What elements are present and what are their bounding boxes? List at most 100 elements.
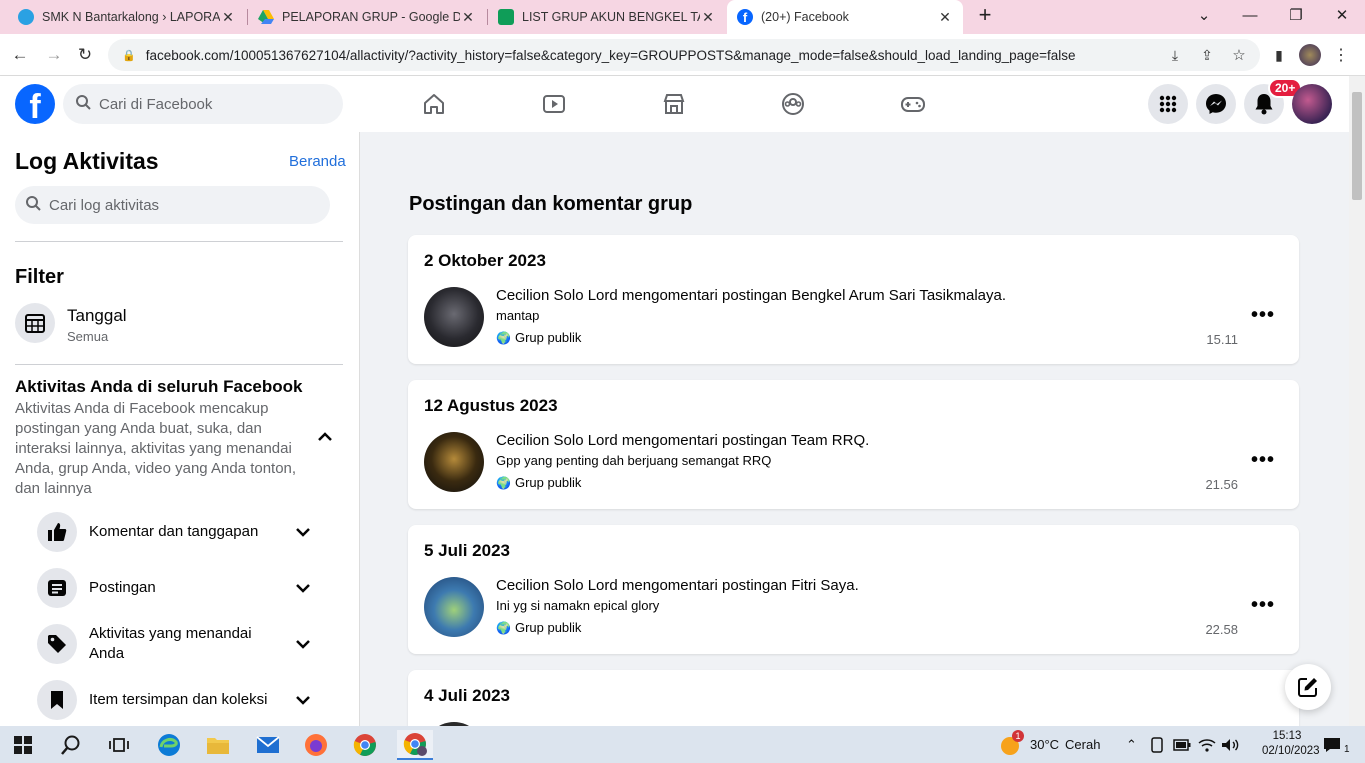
new-message-button[interactable] — [1285, 664, 1331, 710]
file-explorer-icon[interactable] — [200, 730, 236, 760]
entry-target[interactable]: Team RRQ — [791, 432, 865, 449]
action-center-icon[interactable]: 1 — [1322, 726, 1350, 763]
entry-privacy: 🌍 Grup publik — [496, 475, 581, 490]
task-view-icon[interactable] — [101, 730, 137, 760]
groups-icon[interactable] — [776, 88, 810, 120]
globe-icon: 🌍 — [496, 475, 511, 490]
browser-tab-active[interactable]: f (20+) Facebook ✕ — [727, 0, 963, 34]
profile-avatar[interactable] — [1297, 42, 1323, 68]
wifi-icon[interactable] — [1198, 726, 1216, 763]
scrollbar-thumb[interactable] — [1352, 92, 1362, 200]
edge-icon[interactable] — [151, 730, 187, 760]
activity-section-title: Aktivitas Anda di seluruh Facebook — [15, 377, 303, 396]
more-options-icon[interactable]: ••• — [1251, 303, 1275, 327]
firefox-icon[interactable] — [298, 730, 334, 760]
install-icon[interactable]: ⤓ — [1162, 42, 1188, 68]
browser-tab[interactable]: SMK N Bantarkalong › LAPORAN ✕ — [8, 0, 246, 34]
window-close-button[interactable]: ✕ — [1319, 0, 1365, 30]
home-icon[interactable] — [417, 88, 451, 120]
chevron-down-icon[interactable] — [293, 634, 313, 654]
forward-button[interactable]: → — [41, 42, 67, 68]
entry-thumbnail[interactable] — [424, 287, 484, 347]
new-tab-button[interactable]: + — [970, 0, 1000, 30]
more-options-icon[interactable]: ••• — [1251, 448, 1275, 472]
bookmark-star-icon[interactable]: ☆ — [1226, 42, 1252, 68]
activity-search-input[interactable]: Cari log aktivitas — [15, 186, 330, 224]
chevron-down-icon[interactable] — [293, 522, 313, 542]
chrome-icon[interactable] — [347, 730, 383, 760]
menu-grid-icon[interactable] — [1148, 84, 1188, 124]
google-sheets-icon — [498, 9, 514, 25]
calendar-icon[interactable] — [15, 303, 55, 343]
chevron-up-icon[interactable] — [314, 426, 336, 448]
entry-thumbnail[interactable] — [424, 432, 484, 492]
side-panel-icon[interactable]: ▮ — [1266, 42, 1292, 68]
device-icon[interactable] — [1150, 726, 1164, 763]
sidebar-item-tagged[interactable]: Aktivitas yang menandai Anda — [37, 622, 327, 666]
entry-actor[interactable]: Cecilion Solo Lord — [496, 432, 618, 449]
facebook-search-input[interactable]: Cari di Facebook — [63, 84, 343, 124]
entry-actor[interactable]: Cecilion Solo Lord — [496, 577, 618, 594]
reload-button[interactable]: ↻ — [72, 42, 98, 68]
weather-temperature: 30°C — [1030, 737, 1060, 752]
entry-target[interactable]: Bengkel Arum Sari Tasikmalaya — [791, 287, 1002, 304]
browser-tab[interactable]: LIST GRUP AKUN BENGKEL TASI ✕ — [488, 0, 726, 34]
messenger-icon[interactable] — [1196, 84, 1236, 124]
chevron-down-icon[interactable] — [293, 578, 313, 598]
video-icon[interactable] — [537, 88, 571, 120]
weather-badge: 1 — [1012, 729, 1024, 742]
facebook-favicon-icon: f — [737, 9, 753, 25]
url-field[interactable]: 🔒 facebook.com/100051367627104/allactivi… — [108, 39, 1260, 71]
search-icon[interactable] — [53, 730, 89, 760]
windows-start-icon[interactable] — [5, 730, 41, 760]
chevron-down-icon[interactable] — [293, 690, 313, 710]
entry-target[interactable]: Fitri Saya — [791, 577, 854, 594]
marketplace-icon[interactable] — [657, 88, 691, 120]
clock-date: 02/10/2023 — [1262, 745, 1320, 757]
chrome-profile-icon[interactable] — [397, 730, 433, 760]
globe-icon: 🌍 — [496, 330, 511, 345]
entry-actor[interactable]: Cecilion Solo Lord — [496, 287, 618, 304]
browser-menu-icon[interactable]: ⋮ — [1328, 42, 1354, 68]
battery-icon[interactable] — [1173, 726, 1191, 763]
share-icon[interactable]: ⇪ — [1194, 42, 1220, 68]
tray-overflow-chevron-icon[interactable]: ⌃ — [1126, 726, 1137, 763]
more-options-icon[interactable]: ••• — [1251, 593, 1275, 617]
minimize-button[interactable]: — — [1227, 0, 1273, 30]
weather-sun-icon: 1 — [998, 729, 1024, 757]
date-filter-label[interactable]: Tanggal — [67, 306, 127, 326]
entry-summary: Cecilion Solo Lord mengomentari postinga… — [496, 287, 1006, 304]
divider — [15, 364, 343, 365]
close-icon[interactable]: ✕ — [460, 9, 476, 26]
home-link[interactable]: Beranda — [289, 153, 346, 170]
entry-summary: Cecilion Solo Lord mengomentari postinga… — [496, 432, 869, 449]
sidebar-item-comments[interactable]: Komentar dan tanggapan — [37, 510, 327, 554]
profile-avatar[interactable] — [1292, 84, 1332, 124]
search-icon — [75, 94, 91, 115]
entry-date: 2 Oktober 2023 — [424, 251, 546, 270]
gaming-icon[interactable] — [896, 88, 930, 120]
sidebar-item-label: Item tersimpan dan koleksi — [89, 691, 268, 708]
entry-verb: mengomentari postingan — [621, 287, 788, 304]
entry-period: . — [1001, 287, 1007, 304]
tab-title: LIST GRUP AKUN BENGKEL TASI — [522, 10, 700, 24]
back-button[interactable]: ← — [7, 42, 33, 68]
post-icon — [37, 568, 77, 608]
sidebar-item-saved[interactable]: Item tersimpan dan koleksi — [37, 678, 327, 722]
windows-taskbar: 1 30°C Cerah ⌃ 15:13 02/10/2023 1 — [0, 726, 1365, 763]
weather-widget[interactable]: 1 30°C Cerah — [998, 726, 1100, 763]
browser-tab[interactable]: PELAPORAN GRUP - Google Dri ✕ — [248, 0, 486, 34]
volume-icon[interactable] — [1221, 726, 1239, 763]
close-icon[interactable]: ✕ — [220, 9, 236, 26]
activity-card: 5 Juli 2023 Cecilion Solo Lord mengoment… — [408, 525, 1299, 654]
entry-thumbnail[interactable] — [424, 577, 484, 637]
close-icon[interactable]: ✕ — [700, 9, 716, 26]
facebook-logo[interactable]: f — [15, 84, 55, 124]
tab-search-icon[interactable]: ⌄ — [1181, 0, 1227, 30]
system-clock[interactable]: 15:13 02/10/2023 — [1262, 729, 1320, 759]
close-icon[interactable]: ✕ — [937, 9, 953, 26]
page-scrollbar[interactable] — [1349, 76, 1365, 726]
sidebar-item-posts[interactable]: Postingan — [37, 566, 327, 610]
restore-button[interactable]: ❐ — [1273, 0, 1319, 30]
mail-icon[interactable] — [250, 730, 286, 760]
